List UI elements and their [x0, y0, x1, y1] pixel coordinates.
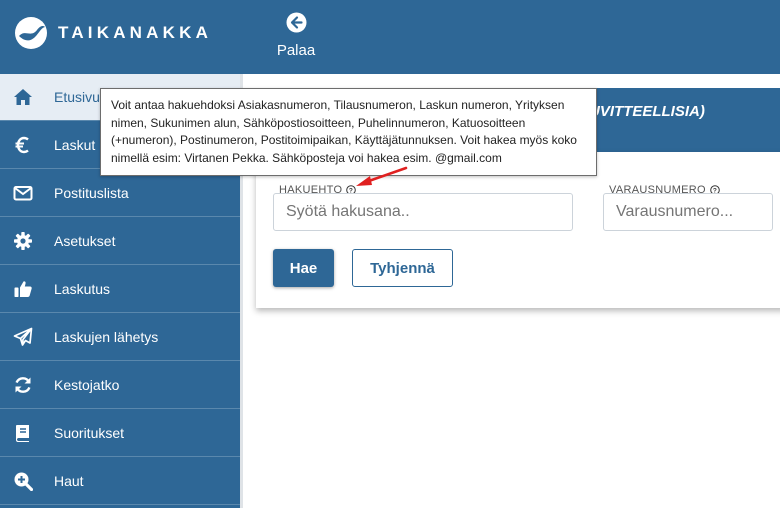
back-label: Palaa: [276, 42, 316, 59]
envelope-icon: [12, 182, 34, 204]
reservation-input[interactable]: [603, 193, 773, 231]
home-icon: [12, 86, 34, 108]
sidebar-item-label: Asetukset: [54, 233, 116, 249]
gear-icon: [12, 230, 34, 252]
sidebar-item-laskujen-lahetys[interactable]: Laskujen lähetys: [0, 314, 240, 361]
sidebar-item-postituslista[interactable]: Postituslista: [0, 170, 240, 217]
paper-plane-icon: [12, 326, 34, 348]
sidebar-item-haut[interactable]: Haut: [0, 458, 240, 505]
sidebar-item-label: Postituslista: [54, 185, 129, 201]
top-bar: TAIKANAKKA Palaa: [0, 0, 780, 74]
back-button[interactable]: Palaa: [272, 12, 320, 59]
sidebar-item-label: Kestojatko: [54, 377, 120, 393]
sidebar-item-kestojatko[interactable]: Kestojatko: [0, 362, 240, 409]
search-plus-icon: [12, 470, 34, 492]
search-input[interactable]: [273, 193, 573, 231]
sidebar-item-suoritukset[interactable]: Suoritukset: [0, 410, 240, 457]
sidebar-item-label: Haut: [54, 473, 84, 489]
help-tooltip: Voit antaa hakuehdoksi Asiakasnumeron, T…: [100, 88, 597, 176]
sidebar-item-label: Laskutus: [54, 281, 111, 297]
tooltip-text: Voit antaa hakuehdoksi Asiakasnumeron, T…: [111, 98, 577, 165]
sidebar-item-label: Laskujen lähetys: [54, 329, 159, 345]
sidebar-item-laskutus[interactable]: Laskutus: [0, 266, 240, 313]
arrow-left-icon: [286, 12, 306, 33]
clear-button[interactable]: Tyhjennä: [352, 249, 453, 287]
thumbs-up-icon: [12, 278, 34, 300]
sidebar-item-label: Suoritukset: [54, 425, 125, 441]
annotation-arrow-icon: [356, 166, 408, 186]
logo-icon: [15, 17, 47, 49]
search-button[interactable]: Hae: [273, 249, 334, 287]
brand-name: TAIKANAKKA: [58, 23, 213, 42]
refresh-icon: [12, 374, 34, 396]
book-icon: [12, 422, 34, 444]
sidebar-item-label: Laskut: [54, 137, 96, 153]
sidebar-item-asetukset[interactable]: Asetukset: [0, 218, 240, 265]
sidebar-item-label: Etusivu: [54, 89, 100, 105]
euro-icon: [12, 134, 34, 156]
logo[interactable]: TAIKANAKKA: [14, 16, 212, 50]
